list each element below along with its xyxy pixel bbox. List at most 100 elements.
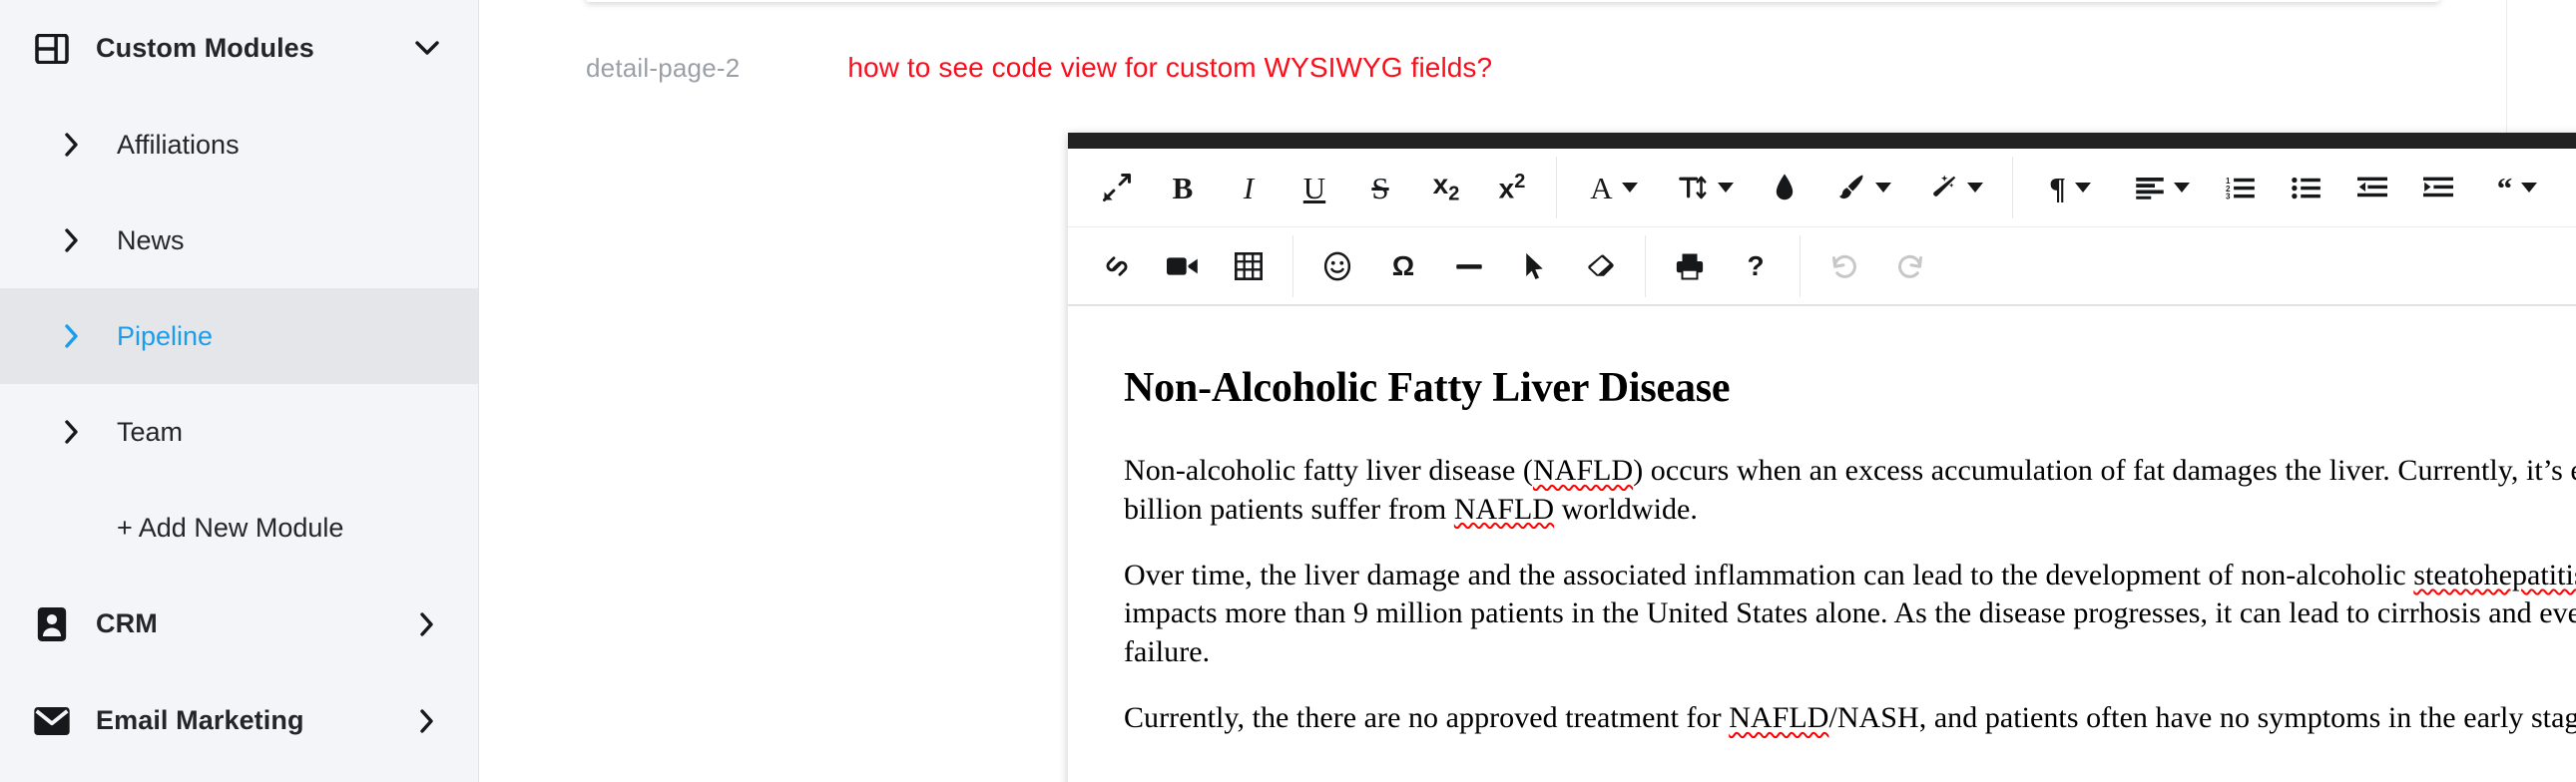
chevron-right-icon (55, 228, 89, 252)
horizontal-rule-icon[interactable] (1436, 235, 1502, 297)
undo-icon[interactable] (1811, 235, 1877, 297)
clear-formatting-eraser-icon[interactable] (1568, 235, 1634, 297)
main-canvas: detail-page-2 how to see code view for c… (479, 0, 2576, 782)
chevron-right-icon[interactable] (412, 609, 442, 639)
spellcheck-misspelled-word: NAFLD (1532, 454, 1634, 488)
sidebar-item-news[interactable]: News (0, 193, 478, 288)
page-meta-row: detail-page-2 how to see code view for c… (586, 52, 1492, 84)
fullscreen-expand-icon[interactable] (1084, 157, 1150, 218)
chevron-right-icon (55, 324, 89, 348)
chevron-down-icon (1874, 183, 1891, 193)
superscript-glyph: x2 (1498, 171, 1526, 204)
spellcheck-misspelled-word: steatohepatitis (2413, 559, 2576, 592)
chevron-down-icon (2521, 183, 2538, 193)
add-new-module-button[interactable]: + Add New Module (0, 480, 478, 576)
wysiwyg-editor: B I U S x2 x2 A ¶ 1 2 3 “ Ω ? Non-Alcoho… (1068, 133, 2576, 782)
sidebar-item-label: CRM (96, 608, 158, 638)
background-color-icon[interactable] (1817, 157, 1909, 218)
document-paragraph: Currently, the there are no approved tre… (1124, 701, 2576, 735)
sidebar-item-label: News (117, 224, 185, 255)
omega-glyph: Ω (1391, 249, 1415, 281)
chevron-right-icon[interactable] (412, 706, 442, 736)
sidebar-group-custom-modules[interactable]: Custom Modules (0, 0, 478, 97)
unordered-list-button[interactable] (2274, 157, 2339, 218)
spellcheck-misspelled-word: NAFLD (1453, 492, 1555, 526)
styles-magic-wand-icon[interactable] (1909, 157, 2001, 218)
bold-glyph: B (1172, 170, 1194, 205)
paragraph-format-button[interactable]: ¶ (2024, 157, 2116, 218)
sidebar-item-email-marketing[interactable]: Email Marketing (0, 672, 478, 769)
align-button[interactable] (2116, 157, 2208, 218)
sidebar-item-pipeline[interactable]: Pipeline (0, 288, 478, 384)
editor-toolbar-row-1: B I U S x2 x2 A ¶ 1 2 3 “ (1068, 149, 2576, 227)
sidebar-item-label: Team (117, 416, 184, 447)
select-all-cursor-icon[interactable] (1502, 235, 1568, 297)
svg-text:3: 3 (2226, 193, 2231, 200)
subscript-glyph: x2 (1432, 169, 1460, 205)
document-paragraph: Over time, the liver damage and the asso… (1124, 557, 2576, 671)
font-family-button[interactable]: A (1568, 157, 1660, 218)
add-new-module-label: + Add New Module (117, 512, 344, 543)
font-family-glyph: A (1590, 170, 1613, 205)
quote-glyph: “ (2496, 170, 2513, 205)
ordered-list-button[interactable]: 1 2 3 (2208, 157, 2274, 218)
toolbar-separator (2012, 157, 2013, 218)
help-icon[interactable]: ? (1723, 235, 1789, 297)
page-title: how to see code view for custom WYSIWYG … (847, 52, 1493, 83)
redo-icon[interactable] (1877, 235, 1943, 297)
editor-topbar (1068, 133, 2576, 149)
editor-toolbar-row-2: Ω ? (1068, 227, 2576, 306)
toolbar-separator (1645, 234, 1646, 297)
underline-glyph: U (1302, 170, 1326, 205)
insert-link-icon[interactable] (1084, 235, 1150, 297)
bold-button[interactable]: B (1150, 157, 1216, 218)
outdent-button[interactable] (2339, 157, 2405, 218)
chevron-down-icon (1621, 183, 1638, 193)
document-heading: Non-Alcoholic Fatty Liver Disease (1124, 365, 1731, 411)
spellcheck-misspelled-word: NAFLD (1729, 701, 1829, 735)
font-size-button[interactable] (1660, 157, 1752, 218)
toolbar-separator (1556, 157, 1557, 218)
chevron-down-icon (1966, 183, 1983, 193)
sidebar-group-label: Custom Modules (96, 33, 314, 63)
strikethrough-button[interactable]: S (1347, 157, 1413, 218)
superscript-button[interactable]: x2 (1479, 157, 1545, 218)
sidebar: Custom Modules Affiliations News Pipelin… (0, 0, 479, 782)
app-root: Custom Modules Affiliations News Pipelin… (0, 0, 2576, 782)
blockquote-button[interactable]: “ (2471, 157, 2563, 218)
envelope-icon (30, 699, 74, 743)
card-above-viewport (586, 0, 2439, 2)
toolbar-separator (1800, 234, 1801, 297)
italic-glyph: I (1243, 170, 1255, 205)
strikethrough-glyph: S (1371, 170, 1389, 205)
underline-button[interactable]: U (1282, 157, 1347, 218)
special-character-icon[interactable]: Ω (1370, 235, 1436, 297)
document-paragraph: Non-alcoholic fatty liver disease (NAFLD… (1124, 454, 2576, 526)
chevron-down-icon (2173, 183, 2190, 193)
chevron-down-icon[interactable] (412, 34, 442, 64)
breadcrumb: detail-page-2 (586, 53, 741, 83)
sidebar-item-label: Email Marketing (96, 705, 304, 735)
indent-button[interactable] (2405, 157, 2471, 218)
user-card-icon (30, 602, 74, 646)
chevron-right-icon (55, 420, 89, 444)
emoticon-icon[interactable] (1304, 235, 1370, 297)
modules-icon (30, 27, 74, 71)
editor-content-area[interactable]: Non-Alcoholic Fatty Liver Disease Non-al… (1068, 306, 2576, 782)
chevron-down-icon (1717, 183, 1734, 193)
pilcrow-glyph: ¶ (2049, 170, 2066, 205)
print-icon[interactable] (1657, 235, 1723, 297)
subscript-button[interactable]: x2 (1413, 157, 1479, 218)
insert-video-icon[interactable] (1150, 235, 1216, 297)
italic-button[interactable]: I (1216, 157, 1282, 218)
sidebar-item-crm[interactable]: CRM (0, 576, 478, 672)
sidebar-item-team[interactable]: Team (0, 384, 478, 480)
chevron-down-icon (2074, 183, 2091, 193)
insert-table-icon[interactable] (1216, 235, 1282, 297)
sidebar-item-label: Pipeline (117, 320, 214, 351)
question-mark-glyph: ? (1747, 249, 1765, 281)
chevron-right-icon (55, 133, 89, 157)
text-color-icon[interactable] (1752, 157, 1817, 218)
toolbar-separator (1292, 234, 1293, 297)
sidebar-item-affiliations[interactable]: Affiliations (0, 97, 478, 193)
